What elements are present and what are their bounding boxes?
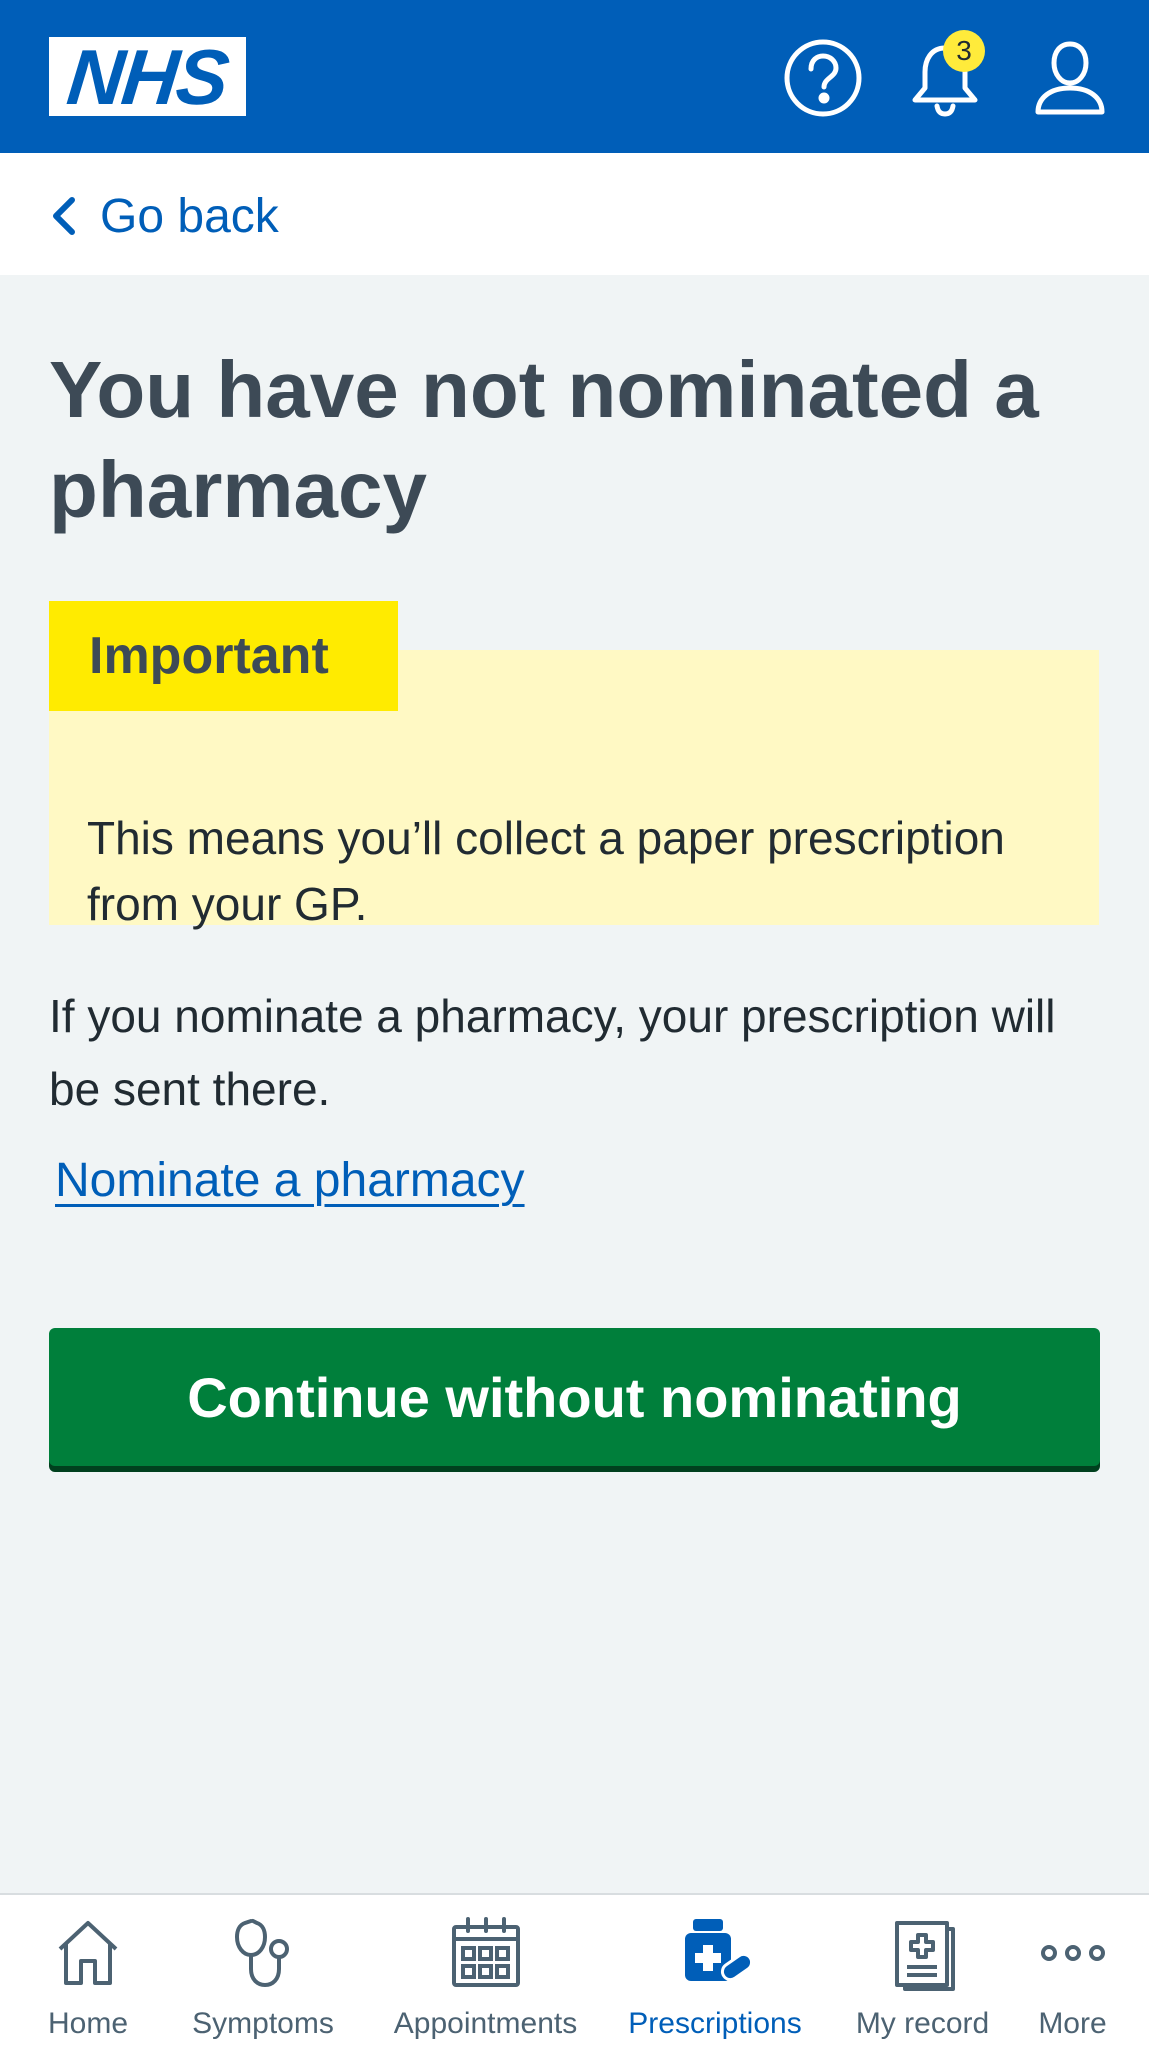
record-icon: [883, 1913, 963, 1993]
important-callout-label: Important: [49, 601, 398, 711]
chevron-left-icon: [53, 197, 75, 235]
calendar-icon: [446, 1913, 526, 1993]
bottom-navigation: Home Symptoms Appointments Prescriptions…: [0, 1893, 1149, 2050]
nav-item-home[interactable]: Home: [28, 1895, 148, 2050]
nav-item-prescriptions[interactable]: Prescriptions: [615, 1895, 815, 2050]
nav-item-more[interactable]: More: [1025, 1895, 1120, 2050]
notification-count-badge: 3: [943, 30, 985, 72]
more-icon: [1033, 1913, 1113, 1993]
home-icon: [48, 1913, 128, 1993]
nav-label-appointments: Appointments: [393, 2007, 578, 2040]
nav-item-symptoms[interactable]: Symptoms: [178, 1895, 348, 2050]
nav-item-appointments[interactable]: Appointments: [378, 1895, 593, 2050]
nav-label-prescriptions: Prescriptions: [628, 2007, 802, 2040]
nav-label-more: More: [1038, 2007, 1107, 2040]
account-icon[interactable]: [1028, 36, 1112, 120]
important-callout-text: This means you’ll collect a paper prescr…: [87, 812, 1005, 930]
nav-label-my-record: My record: [855, 2007, 990, 2040]
go-back-link[interactable]: Go back: [48, 186, 279, 246]
nhs-logo-text: NHS: [63, 32, 232, 121]
continue-without-nominating-button[interactable]: Continue without nominating: [49, 1328, 1100, 1466]
app-header: NHS 3: [0, 0, 1149, 153]
stethoscope-icon: [223, 1913, 303, 1993]
page-title: You have not nominated a pharmacy: [49, 345, 1039, 534]
help-circle-icon[interactable]: [781, 36, 865, 120]
medicine-icon: [675, 1913, 755, 1993]
nhs-logo[interactable]: NHS: [49, 32, 246, 121]
nominate-pharmacy-link[interactable]: Nominate a pharmacy: [55, 1153, 525, 1208]
nav-label-home: Home: [47, 2007, 129, 2040]
go-back-label: Go back: [100, 189, 279, 243]
nav-item-my-record[interactable]: My record: [845, 1895, 1000, 2050]
nomination-info-text: If you nominate a pharmacy, your prescri…: [49, 990, 1056, 1115]
nav-label-symptoms: Symptoms: [192, 2007, 334, 2040]
